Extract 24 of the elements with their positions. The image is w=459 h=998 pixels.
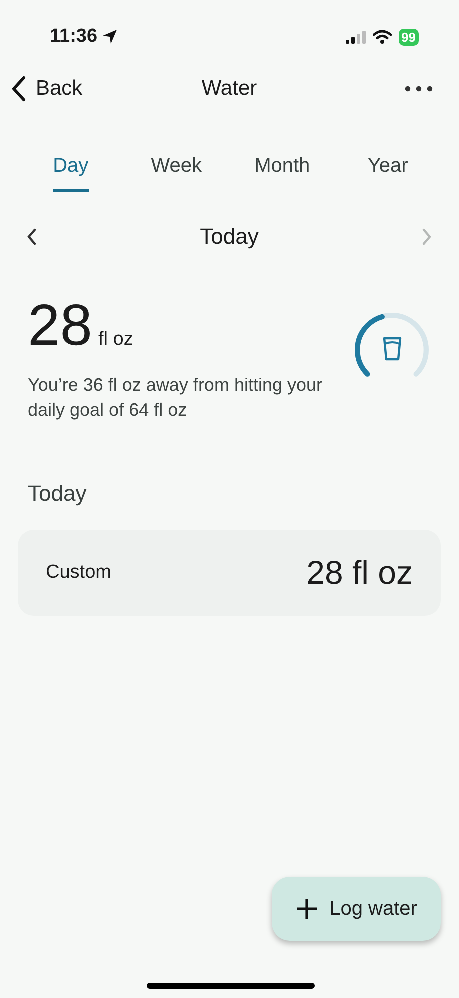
log-water-button[interactable]: Log water [272,877,441,941]
period-tab[interactable]: Month [254,151,310,192]
goal-message: You’re 36 fl oz away from hitting your daily goal of 64 fl oz [28,374,324,422]
signal-icon [346,30,366,44]
wifi-icon [372,30,392,44]
plus-icon [296,898,318,920]
more-options-icon[interactable] [405,86,433,92]
battery-indicator: 99 [398,28,419,46]
section-title: Today [28,480,88,508]
period-tab[interactable]: Week [151,151,202,192]
entry-name: Custom [46,560,112,585]
status-time: 11:36 [50,24,98,49]
location-arrow-icon [102,29,118,45]
period-tab[interactable]: Day [53,151,89,192]
back-chevron-icon [12,76,26,102]
screen-title: Water [202,76,258,102]
amount-unit: fl oz [98,328,134,352]
entry-card[interactable]: Custom 28 fl oz [18,530,441,616]
date-label: Today [200,223,259,251]
back-button[interactable]: Back [12,73,83,105]
total-amount: 28 [28,297,93,355]
entry-amount: 28 fl oz [306,553,413,594]
previous-day-icon[interactable] [26,228,38,246]
period-tab[interactable]: Year [368,151,408,192]
